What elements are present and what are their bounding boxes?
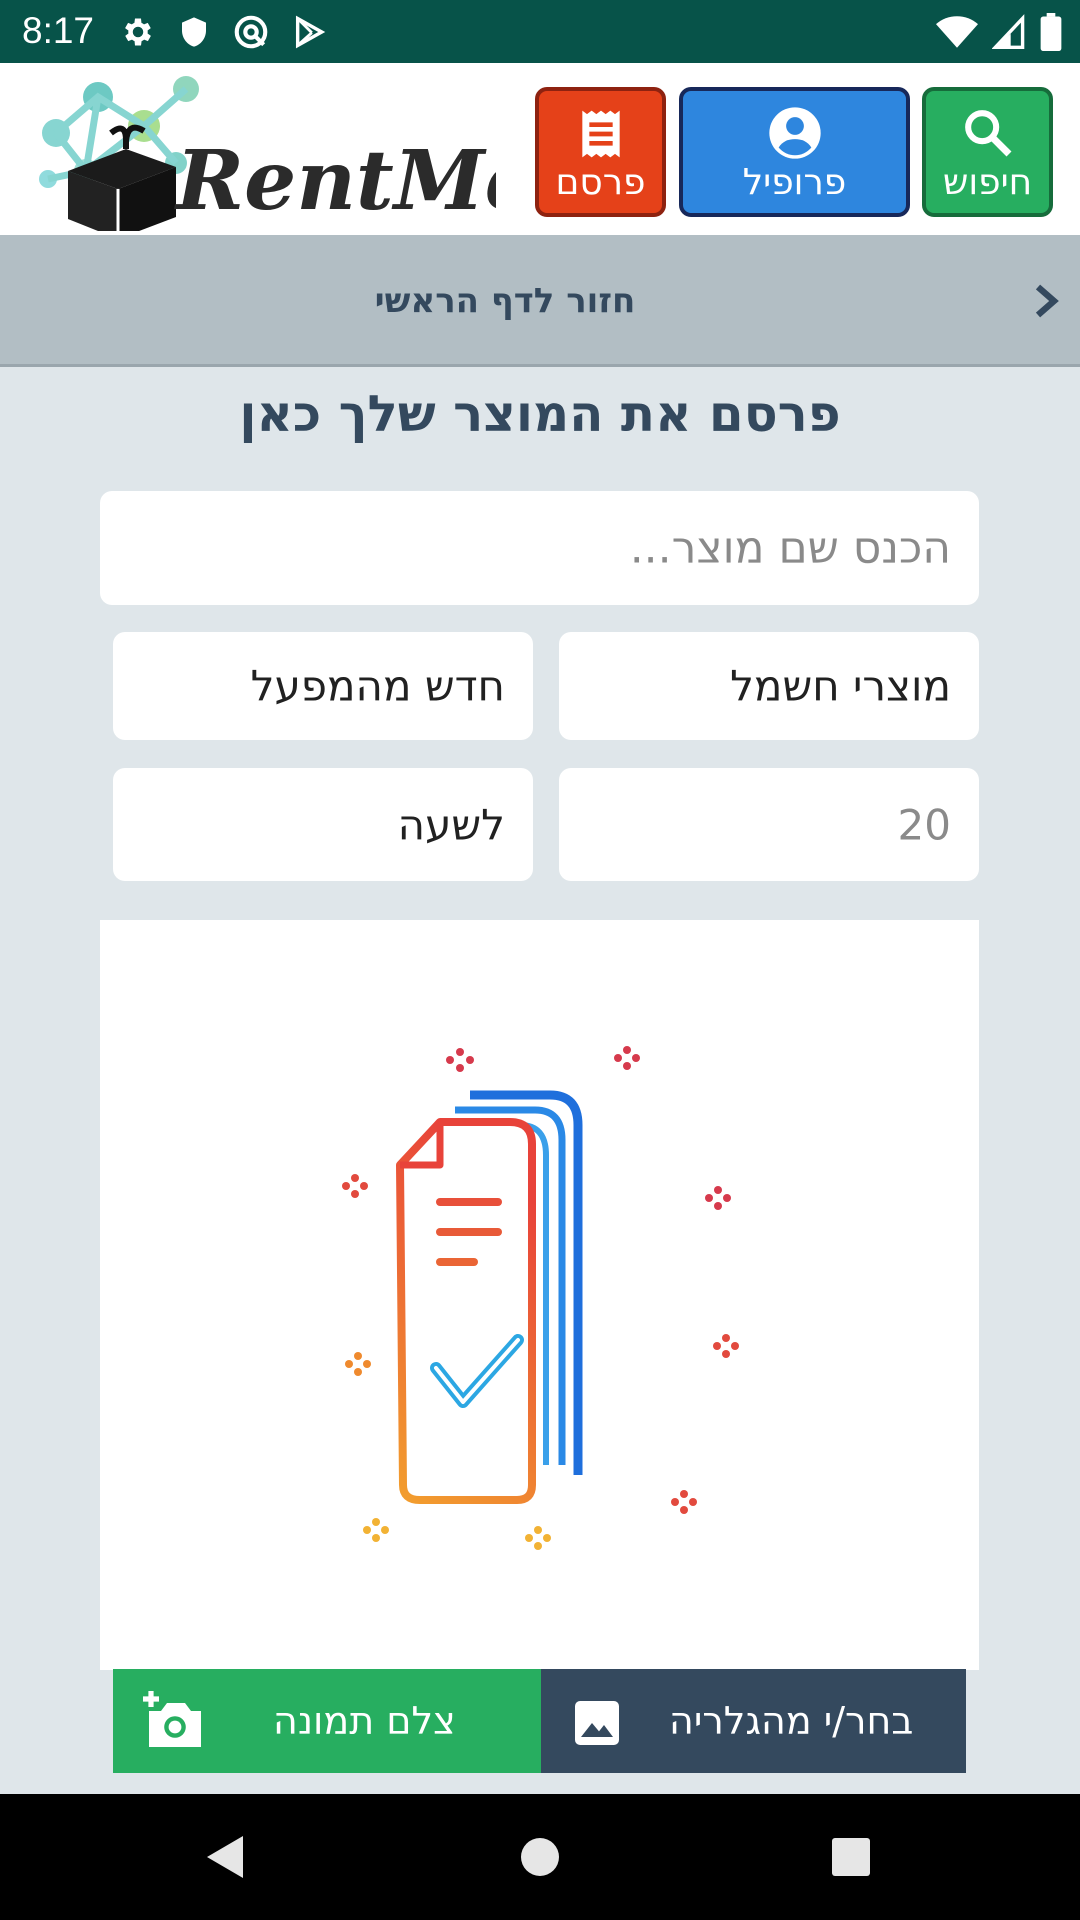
choose-from-gallery-button[interactable]: בחר/י מהגלריה <box>541 1669 966 1773</box>
logo-text: RentMe <box>174 133 496 229</box>
vpn-at-icon <box>234 15 268 49</box>
back-to-home-label: חזור לדף הראשי <box>374 281 636 321</box>
condition-value: חדש מהמפעל <box>250 661 505 711</box>
status-icons-left <box>120 12 326 52</box>
product-name-placeholder: הכנס שם מוצר... <box>629 522 951 574</box>
search-button[interactable]: חיפוש <box>922 87 1053 217</box>
image-icon <box>575 1701 619 1745</box>
take-photo-label: צלם תמונה <box>273 1699 456 1743</box>
status-bar: 8:17 <box>0 0 1080 63</box>
category-select[interactable]: מוצרי חשמל <box>559 632 979 740</box>
profile-button[interactable]: פרופיל <box>679 87 910 217</box>
receipt-icon <box>581 110 620 158</box>
back-triangle-icon[interactable] <box>205 1834 245 1880</box>
recents-square-icon[interactable] <box>831 1834 871 1880</box>
take-photo-button[interactable]: צלם תמונה <box>113 1669 541 1773</box>
app-header: RentMe פרסם פרופיל חיפוש <box>0 63 1080 235</box>
product-name-input[interactable]: הכנס שם מוצר... <box>100 491 979 605</box>
back-to-home-bar[interactable]: חזור לדף הראשי <box>0 235 1080 367</box>
document-checkmark-illustration <box>342 1046 739 1550</box>
rental-period-select[interactable]: לשעה <box>113 768 533 881</box>
publish-button[interactable]: פרסם <box>535 87 666 217</box>
image-preview <box>100 920 979 1670</box>
profile-button-label: פרופיל <box>742 162 847 203</box>
cell-signal-icon <box>992 14 1025 49</box>
status-icons-right <box>936 12 1062 52</box>
price-input[interactable]: 20 <box>559 768 979 881</box>
add-photo-camera-icon <box>143 1691 201 1747</box>
shield-icon <box>182 17 206 47</box>
price-placeholder: 20 <box>897 800 951 849</box>
rental-period-value: לשעה <box>397 800 505 849</box>
battery-icon <box>1040 13 1062 51</box>
play-store-icon <box>295 15 326 49</box>
condition-select[interactable]: חדש מהמפעל <box>113 632 533 740</box>
category-value: מוצרי חשמל <box>730 661 951 711</box>
home-circle-icon[interactable] <box>520 1834 560 1880</box>
settings-gear-icon <box>125 18 151 46</box>
status-time: 8:17 <box>22 10 95 51</box>
page-title: פרסם את המוצר שלך כאן <box>239 385 841 443</box>
rentme-logo[interactable]: RentMe <box>26 71 496 231</box>
chevron-right-icon <box>1035 284 1059 318</box>
search-icon <box>964 110 1011 157</box>
publish-button-label: פרסם <box>555 162 646 203</box>
account-circle-icon <box>768 107 821 159</box>
search-button-label: חיפוש <box>942 162 1033 203</box>
system-nav-bar <box>0 1794 1080 1920</box>
choose-from-gallery-label: בחר/י מהגלריה <box>669 1699 914 1743</box>
wifi-icon <box>936 16 978 48</box>
